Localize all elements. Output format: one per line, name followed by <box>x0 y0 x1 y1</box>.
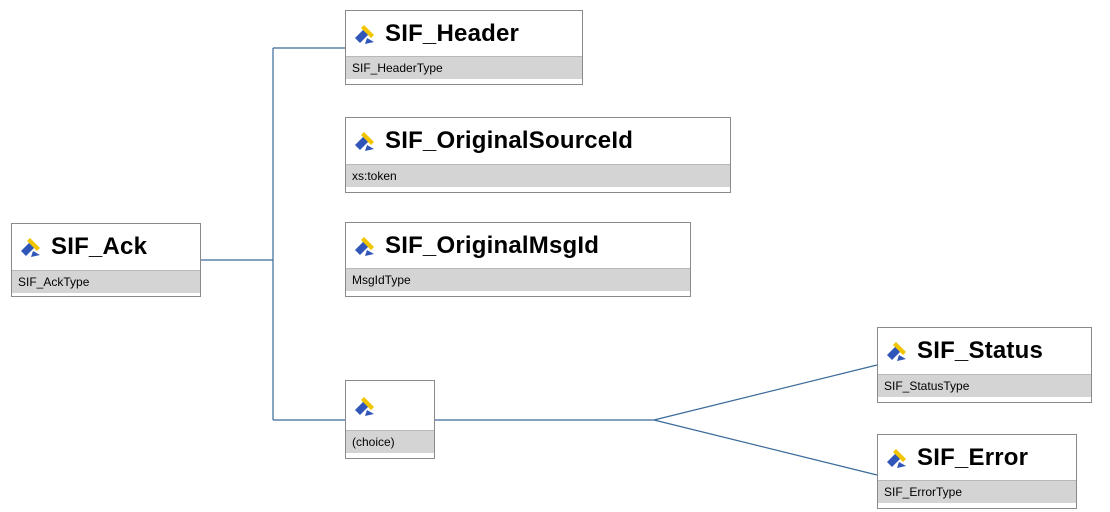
element-icon <box>355 132 374 151</box>
element-name: SIF_Status <box>917 337 1044 364</box>
element-type: SIF_HeaderType <box>346 56 582 79</box>
element-box-sif-error[interactable]: SIF_Error SIF_ErrorType <box>877 434 1077 509</box>
element-type: SIF_AckType <box>12 270 200 293</box>
element-header: SIF_OriginalSourceId <box>346 118 730 164</box>
choice-header <box>346 381 434 430</box>
element-header: SIF_Ack <box>12 224 200 270</box>
element-icon <box>355 24 374 44</box>
connector-choice-to-error <box>653 419 878 476</box>
element-icon <box>355 236 374 256</box>
element-name: SIF_OriginalSourceId <box>385 127 634 154</box>
element-header: SIF_Status <box>878 328 1091 374</box>
element-box-sif-status[interactable]: SIF_Status SIF_StatusType <box>877 327 1092 403</box>
element-icon <box>887 448 906 468</box>
element-box-sif-originalsourceid[interactable]: SIF_OriginalSourceId xs:token <box>345 117 731 193</box>
element-box-sif-header[interactable]: SIF_Header SIF_HeaderType <box>345 10 583 85</box>
choice-box[interactable]: (choice) <box>345 380 435 459</box>
element-name: SIF_Header <box>385 19 520 47</box>
choice-label: (choice) <box>346 430 434 453</box>
connector-choice-to-status <box>653 364 878 421</box>
element-icon <box>355 396 374 416</box>
element-icon <box>887 342 906 361</box>
element-name: SIF_Ack <box>51 233 148 260</box>
element-header: SIF_Header <box>346 11 582 56</box>
element-type: MsgIdType <box>346 268 690 291</box>
element-box-sif-ack[interactable]: SIF_Ack SIF_AckType <box>11 223 201 297</box>
element-type: SIF_StatusType <box>878 374 1091 397</box>
element-header: SIF_OriginalMsgId <box>346 223 690 268</box>
element-header: SIF_Error <box>878 435 1076 480</box>
element-box-sif-originalmsgid[interactable]: SIF_OriginalMsgId MsgIdType <box>345 222 691 297</box>
element-name: SIF_OriginalMsgId <box>385 231 600 259</box>
element-type: SIF_ErrorType <box>878 480 1076 503</box>
element-icon <box>21 238 40 257</box>
element-type: xs:token <box>346 164 730 187</box>
element-name: SIF_Error <box>917 443 1029 471</box>
